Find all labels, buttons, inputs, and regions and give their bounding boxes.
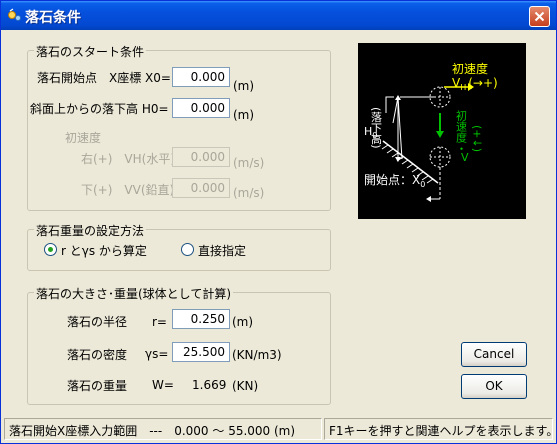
weight-unit: (KN) xyxy=(232,379,259,393)
density-input[interactable]: 25.500 xyxy=(172,342,230,362)
app-icon xyxy=(8,8,21,21)
x0-input[interactable]: 0.000 xyxy=(172,67,230,87)
radio-direct[interactable] xyxy=(181,243,194,256)
diagram-start-sub: 0 xyxy=(420,180,425,189)
diagram-vv-dir: (+↓) xyxy=(471,125,484,152)
vv-label: 下(+) VV(鉛直)= xyxy=(81,183,185,197)
h0-label: 斜面上からの落下高 H0= xyxy=(30,102,169,116)
fall-diagram: 初速度 VH (→+) 初速度・ V (+↓) H 0 (落下高) 開始点：X0 xyxy=(358,43,526,219)
radio-rgs-label[interactable]: r とγs から算定 xyxy=(61,242,147,259)
dialog-window: 落石条件 落石のスタート条件 落石開始点 X座標 X0= 0.000 (m) 斜… xyxy=(0,0,557,444)
vh-label: 右(+) VH(水平)= xyxy=(81,152,186,166)
weight-label: 落石の重量 xyxy=(67,379,128,393)
radius-unit: (m) xyxy=(232,315,254,329)
vv-input[interactable]: 0.000 xyxy=(172,178,230,198)
radius-label: 落石の半径 xyxy=(67,315,128,329)
h0-input[interactable]: 0.000 xyxy=(172,98,230,118)
vv-unit: (m/s) xyxy=(233,186,265,200)
radius-symbol: r= xyxy=(152,315,167,329)
weight-method-title: 落石重量の設定方法 xyxy=(34,222,147,239)
status-range: 落石開始X座標入力範囲 --- 0.000 ～ 55.000 (m) xyxy=(4,418,322,440)
radio-rgs[interactable] xyxy=(44,243,57,256)
radio-direct-label[interactable]: 直接指定 xyxy=(198,242,246,259)
density-symbol: γs= xyxy=(145,347,169,361)
x0-unit: (m) xyxy=(233,79,255,93)
ok-button[interactable]: OK xyxy=(461,374,527,399)
density-label: 落石の密度 xyxy=(67,348,128,362)
radius-input[interactable]: 0.250 xyxy=(172,309,230,329)
radio-rgs-dot xyxy=(48,247,53,252)
diagram-vv-sym: V xyxy=(461,151,469,164)
diagram-vv-label: 初速度・ xyxy=(455,109,468,154)
weight-symbol: W= xyxy=(152,378,174,392)
diagram-vh-sub: H xyxy=(460,83,466,92)
cancel-button[interactable]: Cancel xyxy=(461,342,527,367)
size-weight-title: 落石の大きさ･重量(球体として計算) xyxy=(34,285,234,302)
close-icon xyxy=(534,11,545,22)
density-unit: (KN/m3) xyxy=(232,348,282,362)
h0-unit: (m) xyxy=(233,108,255,122)
vh-input[interactable]: 0.000 xyxy=(172,147,230,167)
title-bar[interactable]: 落石条件 xyxy=(1,1,556,30)
diagram-vh-dir: (→+) xyxy=(468,76,497,90)
diagram-start-label: 開始点：X xyxy=(364,173,420,187)
close-button[interactable] xyxy=(529,6,550,27)
svg-text:開始点：X0: 開始点：X0 xyxy=(364,173,425,189)
status-help: F1キーを押すと関連ヘルプを表示します。 xyxy=(324,418,557,440)
weight-value: 1.669 xyxy=(192,378,227,392)
initial-velocity-label: 初速度 xyxy=(65,131,102,145)
window-title: 落石条件 xyxy=(25,10,81,26)
fall-diagram-illustration: 初速度 VH (→+) 初速度・ V (+↓) H 0 (落下高) 開始点：X0 xyxy=(364,61,498,202)
x0-label: 落石開始点 X座標 X0= xyxy=(37,71,171,85)
start-conditions-title: 落石のスタート条件 xyxy=(34,43,147,60)
vh-unit: (m/s) xyxy=(233,156,265,170)
diagram-v-label: 初速度 xyxy=(452,61,488,76)
svg-text:VH(→+): VH (→+) xyxy=(452,76,498,92)
diagram-h-paren: (落下高) xyxy=(370,107,383,149)
